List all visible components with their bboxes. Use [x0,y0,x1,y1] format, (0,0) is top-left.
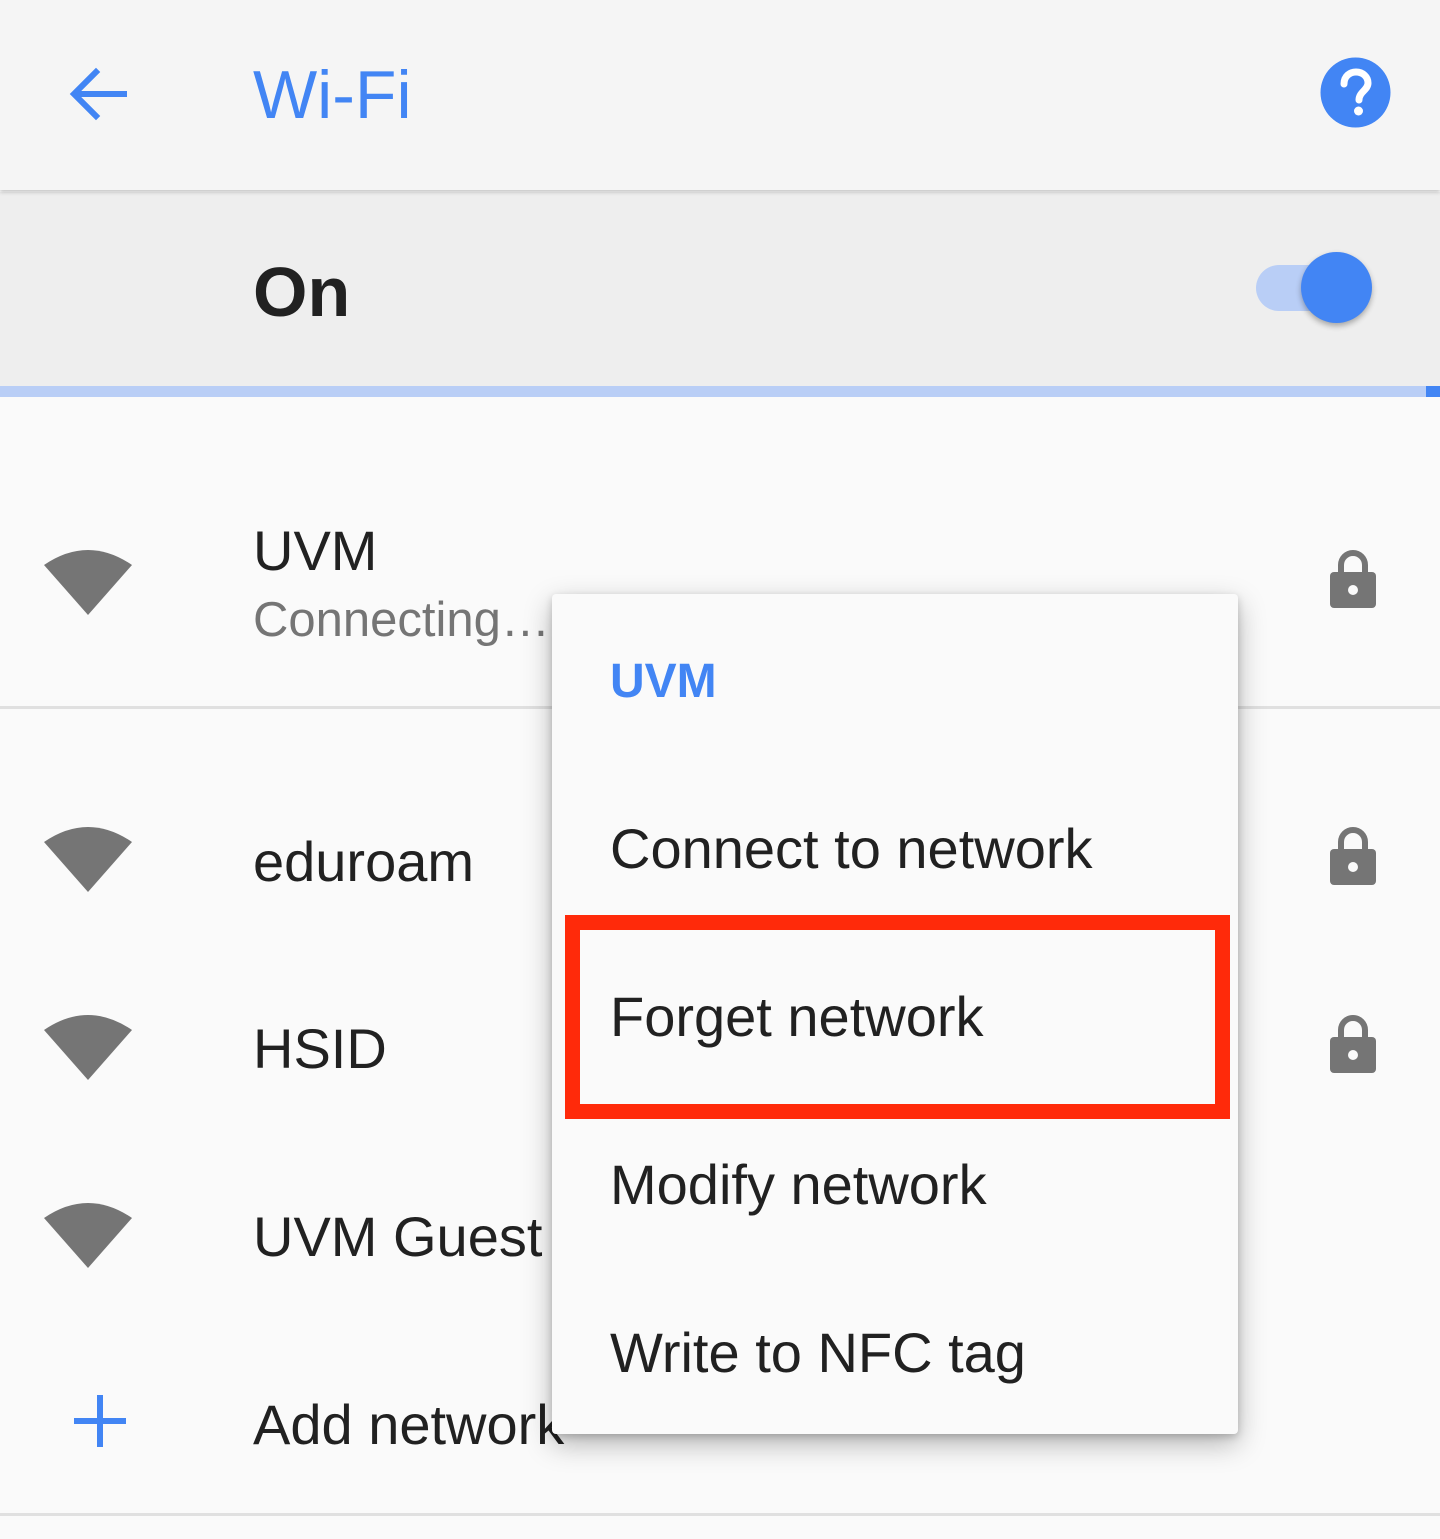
wifi-signal-icon [44,1203,132,1268]
add-network-label: Add network [253,1393,565,1456]
master-switch-label: On [253,253,351,331]
menu-item-forget-network[interactable]: Forget network [552,933,1238,1101]
scan-progress-bar [0,386,1440,397]
plus-icon [74,1395,126,1447]
menu-item-label: Modify network [610,1153,987,1216]
wifi-settings-screen: Wi-Fi On UVM Connecting… eduroam HSID UV… [0,0,1440,1539]
network-status: Connecting… [253,593,550,647]
network-name: eduroam [253,830,475,893]
arrow-back-icon [69,67,127,121]
master-switch-bar[interactable] [0,192,1440,386]
scan-progress-indicator [1426,386,1440,397]
toggle-switch-thumb[interactable] [1301,252,1372,323]
menu-title: UVM [610,655,717,708]
network-name: HSID [253,1017,387,1080]
network-name: UVM Guest [253,1205,543,1268]
wifi-signal-icon [44,1015,132,1080]
help-icon [1320,57,1391,128]
page-title: Wi-Fi [253,57,412,133]
list-divider [0,1513,1440,1516]
menu-item-label: Connect to network [610,817,1093,880]
menu-item-label: Forget network [610,985,984,1048]
lock-icon [1330,550,1376,608]
network-name: UVM [253,519,378,582]
lock-icon [1330,827,1376,885]
back-button[interactable] [62,58,134,130]
wifi-signal-icon [44,827,132,892]
app-bar: Wi-Fi [0,0,1440,190]
lock-icon [1330,1015,1376,1073]
wifi-signal-icon [44,550,132,615]
menu-item-label: Write to NFC tag [610,1321,1026,1384]
menu-item-write-to-nfc-tag[interactable]: Write to NFC tag [552,1269,1238,1437]
help-button[interactable] [1320,57,1391,128]
menu-item-connect-to-network[interactable]: Connect to network [552,765,1238,933]
network-context-menu: UVM Connect to network Forget network Mo… [552,594,1238,1434]
menu-item-modify-network[interactable]: Modify network [552,1101,1238,1269]
